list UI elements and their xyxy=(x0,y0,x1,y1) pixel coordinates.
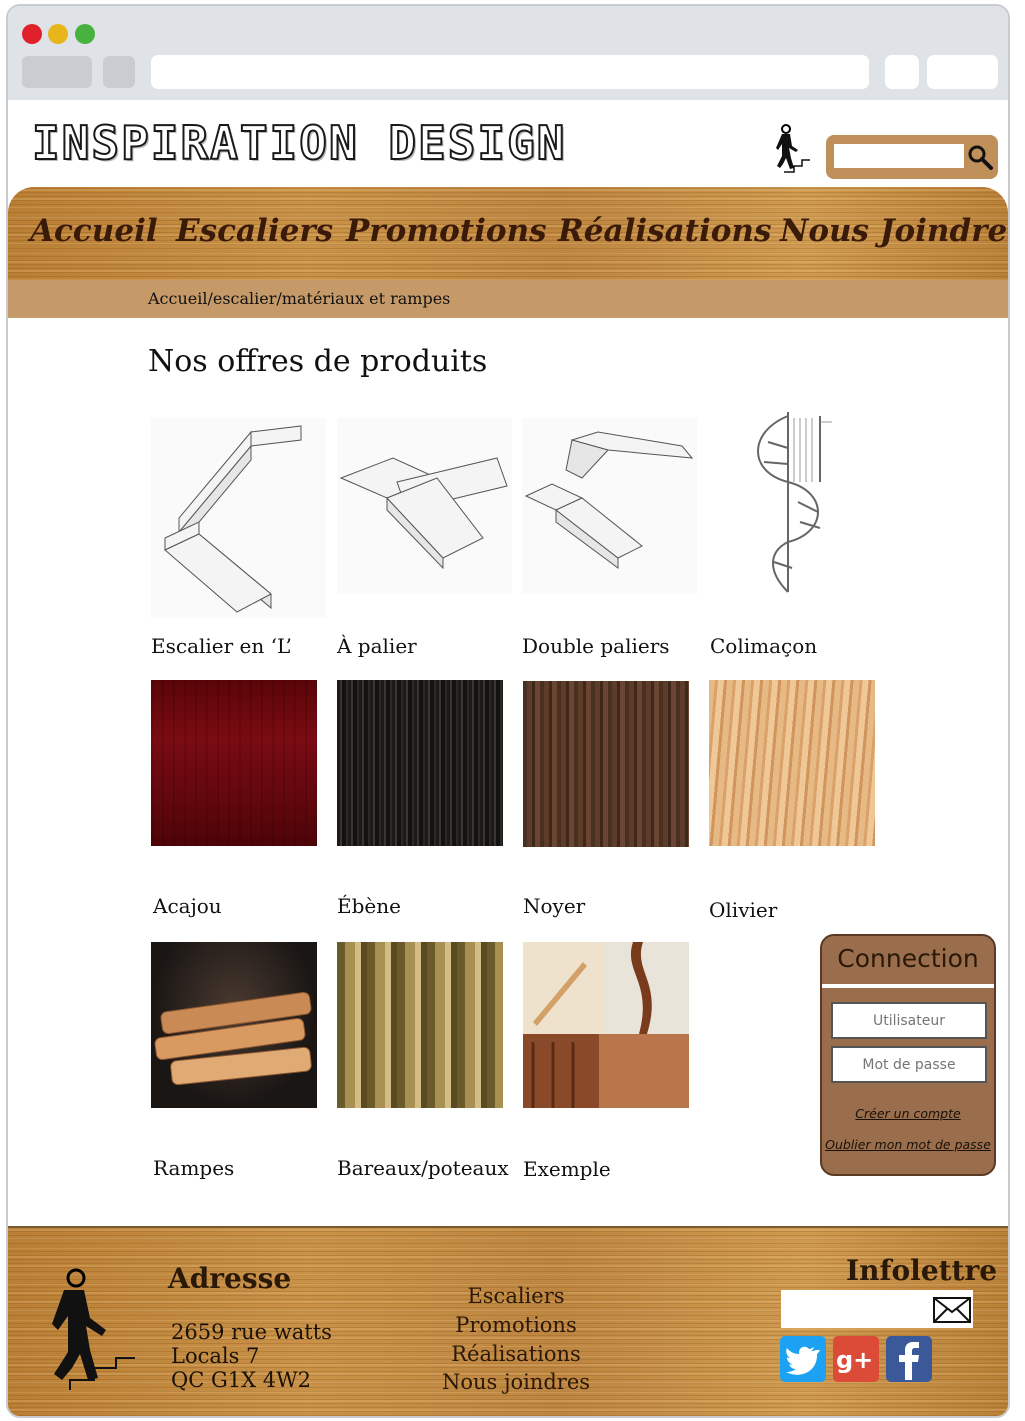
address-line: 2659 rue watts xyxy=(171,1320,332,1344)
product-label[interactable]: Exemple xyxy=(523,1157,611,1181)
login-title: Connection xyxy=(837,944,979,973)
product-label[interactable]: À palier xyxy=(337,634,417,658)
breadcrumb[interactable]: Accueil/escalier/matériaux et rampes xyxy=(148,289,450,308)
ebony-wood-image[interactable] xyxy=(337,680,503,846)
login-panel: Connection Créer un compte Oublier mon m… xyxy=(820,934,996,1176)
search-input[interactable] xyxy=(834,144,964,168)
handrails-drawing xyxy=(154,991,312,1086)
footer-link-promotions[interactable]: Promotions xyxy=(416,1313,616,1337)
browser-menu-button[interactable] xyxy=(927,55,998,89)
site-header: INSPIRATION DESIGN xyxy=(8,100,1008,190)
minimize-window-button[interactable] xyxy=(48,24,68,44)
address-line: QC G1X 4W2 xyxy=(171,1368,312,1392)
address-bar[interactable] xyxy=(151,55,869,89)
username-field[interactable] xyxy=(831,1002,987,1039)
search-icon[interactable] xyxy=(966,143,994,171)
olive-wood-image[interactable] xyxy=(709,680,875,846)
browser-window: INSPIRATION DESIGN Accueil Escaliers Pro… xyxy=(6,4,1010,1418)
login-divider xyxy=(822,984,994,988)
l-staircase-drawing xyxy=(164,425,302,613)
staircase-examples-drawing xyxy=(523,942,689,1108)
footer-link-escaliers[interactable]: Escaliers xyxy=(416,1284,616,1308)
nav-item-realisations[interactable]: Réalisations xyxy=(558,213,771,249)
double-landing-staircase-image[interactable] xyxy=(522,418,697,594)
browser-toolbar xyxy=(8,6,1008,100)
mail-icon[interactable] xyxy=(933,1297,971,1323)
product-label[interactable]: Noyer xyxy=(523,894,585,918)
nav-item-nous-joindre[interactable]: Nous Joindre xyxy=(780,213,1007,249)
facebook-icon[interactable] xyxy=(886,1336,932,1382)
double-landing-staircase-drawing xyxy=(524,431,694,569)
close-window-button[interactable] xyxy=(22,24,42,44)
landing-staircase-drawing xyxy=(339,457,508,570)
site-footer: Adresse 2659 rue watts Locals 7 QC G1X 4… xyxy=(8,1226,1008,1416)
back-button[interactable] xyxy=(22,56,92,88)
address-heading: Adresse xyxy=(168,1262,292,1295)
page-title: Nos offres de produits xyxy=(148,344,488,379)
password-field[interactable] xyxy=(831,1046,987,1083)
nav-item-accueil[interactable]: Accueil xyxy=(30,213,158,249)
l-shaped-staircase-image[interactable] xyxy=(151,418,326,618)
stair-climber-icon xyxy=(776,124,810,173)
product-label[interactable]: Acajou xyxy=(153,894,222,918)
landing-staircase-image[interactable] xyxy=(337,418,512,594)
footer-link-nous-joindres[interactable]: Nous joindres xyxy=(416,1370,616,1394)
product-label[interactable]: Colimaçon xyxy=(710,634,817,658)
walnut-wood-image[interactable] xyxy=(523,681,689,847)
main-nav: Accueil Escaliers Promotions Réalisation… xyxy=(8,187,1008,281)
twitter-bird-glyph xyxy=(786,1346,820,1375)
google-plus-glyph: g+ xyxy=(836,1346,873,1374)
forward-button[interactable] xyxy=(103,56,135,88)
maximize-window-button[interactable] xyxy=(75,24,95,44)
footer-link-realisations[interactable]: Réalisations xyxy=(416,1342,616,1366)
product-label[interactable]: Olivier xyxy=(709,898,777,922)
product-label[interactable]: Ébène xyxy=(337,894,401,918)
facebook-f-glyph xyxy=(899,1342,919,1380)
create-account-link[interactable]: Créer un compte xyxy=(822,1106,994,1121)
mahogany-wood-image[interactable] xyxy=(151,680,317,846)
product-label[interactable]: Rampes xyxy=(153,1156,234,1180)
nav-item-escaliers[interactable]: Escaliers xyxy=(176,213,333,249)
twitter-icon[interactable] xyxy=(780,1336,826,1382)
product-label[interactable]: Double paliers xyxy=(522,634,670,658)
balusters-image[interactable] xyxy=(337,942,503,1108)
svg-text:g+: g+ xyxy=(836,1346,873,1374)
browser-action-button[interactable] xyxy=(885,55,919,89)
spiral-staircase-image[interactable] xyxy=(708,412,878,598)
handrails-image[interactable] xyxy=(151,942,317,1108)
nav-item-promotions[interactable]: Promotions xyxy=(346,213,547,249)
stair-climber-icon xyxy=(52,1268,135,1390)
staircase-examples-image[interactable] xyxy=(523,942,689,1108)
site-logo[interactable]: INSPIRATION DESIGN xyxy=(31,115,567,171)
spiral-staircase-drawing xyxy=(757,412,832,593)
product-label[interactable]: Bareaux/poteaux xyxy=(337,1156,509,1180)
breadcrumb-bar: Accueil/escalier/matériaux et rampes xyxy=(8,280,1008,318)
address-line: Locals 7 xyxy=(171,1344,260,1368)
search-box xyxy=(826,135,998,179)
product-label[interactable]: Escalier en ‘L’ xyxy=(151,634,292,658)
forgot-password-link[interactable]: Oublier mon mot de passe xyxy=(822,1137,994,1152)
newsletter-heading: Infolettre xyxy=(846,1254,998,1287)
google-plus-icon[interactable]: g+ xyxy=(833,1336,879,1382)
